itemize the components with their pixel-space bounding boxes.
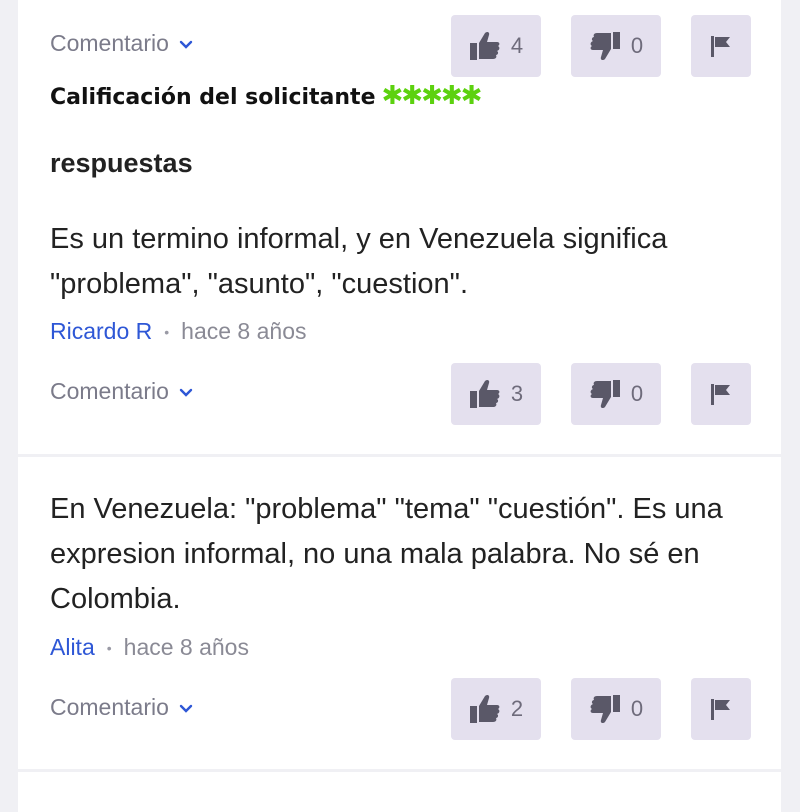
thumbs-down-icon <box>590 380 620 409</box>
thumbs-up-count: 3 <box>510 381 524 406</box>
answer-card <box>18 772 781 812</box>
flag-button[interactable] <box>691 15 751 77</box>
comment-label: Comentario <box>50 30 169 56</box>
thumbs-up-icon <box>469 31 500 60</box>
thumbs-up-button[interactable]: 4 <box>451 15 541 77</box>
chevron-down-icon <box>179 388 193 397</box>
rating-stars: ✱✱✱✱✱ <box>381 81 483 111</box>
asker-rating: Calificación del solicitante ✱✱✱✱✱ <box>50 81 483 111</box>
chevron-down-icon <box>179 40 193 49</box>
flag-icon <box>711 699 730 720</box>
thumbs-up-button[interactable]: 2 <box>451 678 541 740</box>
thumbs-down-count: 0 <box>630 381 644 406</box>
question-card: Comentario 4 0 Calificación del solicita… <box>18 0 781 454</box>
meta-separator: • <box>164 323 170 340</box>
thumbs-down-button[interactable]: 0 <box>571 363 661 425</box>
author-link[interactable]: Alita <box>50 634 95 661</box>
flag-icon <box>711 36 730 57</box>
answer-meta: Ricardo R • hace 8 años <box>50 318 307 345</box>
thumbs-up-button[interactable]: 3 <box>451 363 541 425</box>
vote-buttons: 3 0 <box>451 363 751 425</box>
flag-button[interactable] <box>691 678 751 740</box>
comment-toggle[interactable]: Comentario <box>50 378 193 405</box>
answer-meta: Alita • hace 8 años <box>50 634 249 661</box>
flag-button[interactable] <box>691 363 751 425</box>
chevron-down-icon <box>179 704 193 713</box>
rating-label: Calificación del solicitante <box>50 85 376 110</box>
thumbs-up-icon <box>469 379 500 408</box>
answer-text: Es un termino informal, y en Venezuela s… <box>50 223 668 300</box>
comment-label: Comentario <box>50 694 169 720</box>
thumbs-down-icon <box>590 695 620 724</box>
author-link[interactable]: Ricardo R <box>50 318 152 345</box>
answers-heading: respuestas <box>50 148 193 178</box>
vote-buttons: 4 0 <box>451 15 751 77</box>
answer-timestamp: hace 8 años <box>123 634 249 660</box>
comment-label: Comentario <box>50 378 169 404</box>
flag-icon <box>711 384 730 405</box>
thumbs-down-button[interactable]: 0 <box>571 678 661 740</box>
thumbs-down-count: 0 <box>630 696 644 721</box>
meta-separator: • <box>106 639 112 656</box>
comment-toggle[interactable]: Comentario <box>50 30 193 57</box>
answer-text: En Venezuela: "problema" "tema" "cuestió… <box>50 493 723 615</box>
thumbs-up-count: 2 <box>510 696 524 721</box>
answer-card: En Venezuela: "problema" "tema" "cuestió… <box>18 457 781 769</box>
comment-toggle[interactable]: Comentario <box>50 694 193 721</box>
answer-timestamp: hace 8 años <box>181 318 307 344</box>
thumbs-down-count: 0 <box>630 33 644 58</box>
thumbs-up-count: 4 <box>510 33 524 58</box>
thumbs-down-button[interactable]: 0 <box>571 15 661 77</box>
vote-buttons: 2 0 <box>451 678 751 740</box>
thumbs-down-icon <box>590 32 620 61</box>
thumbs-up-icon <box>469 694 500 723</box>
